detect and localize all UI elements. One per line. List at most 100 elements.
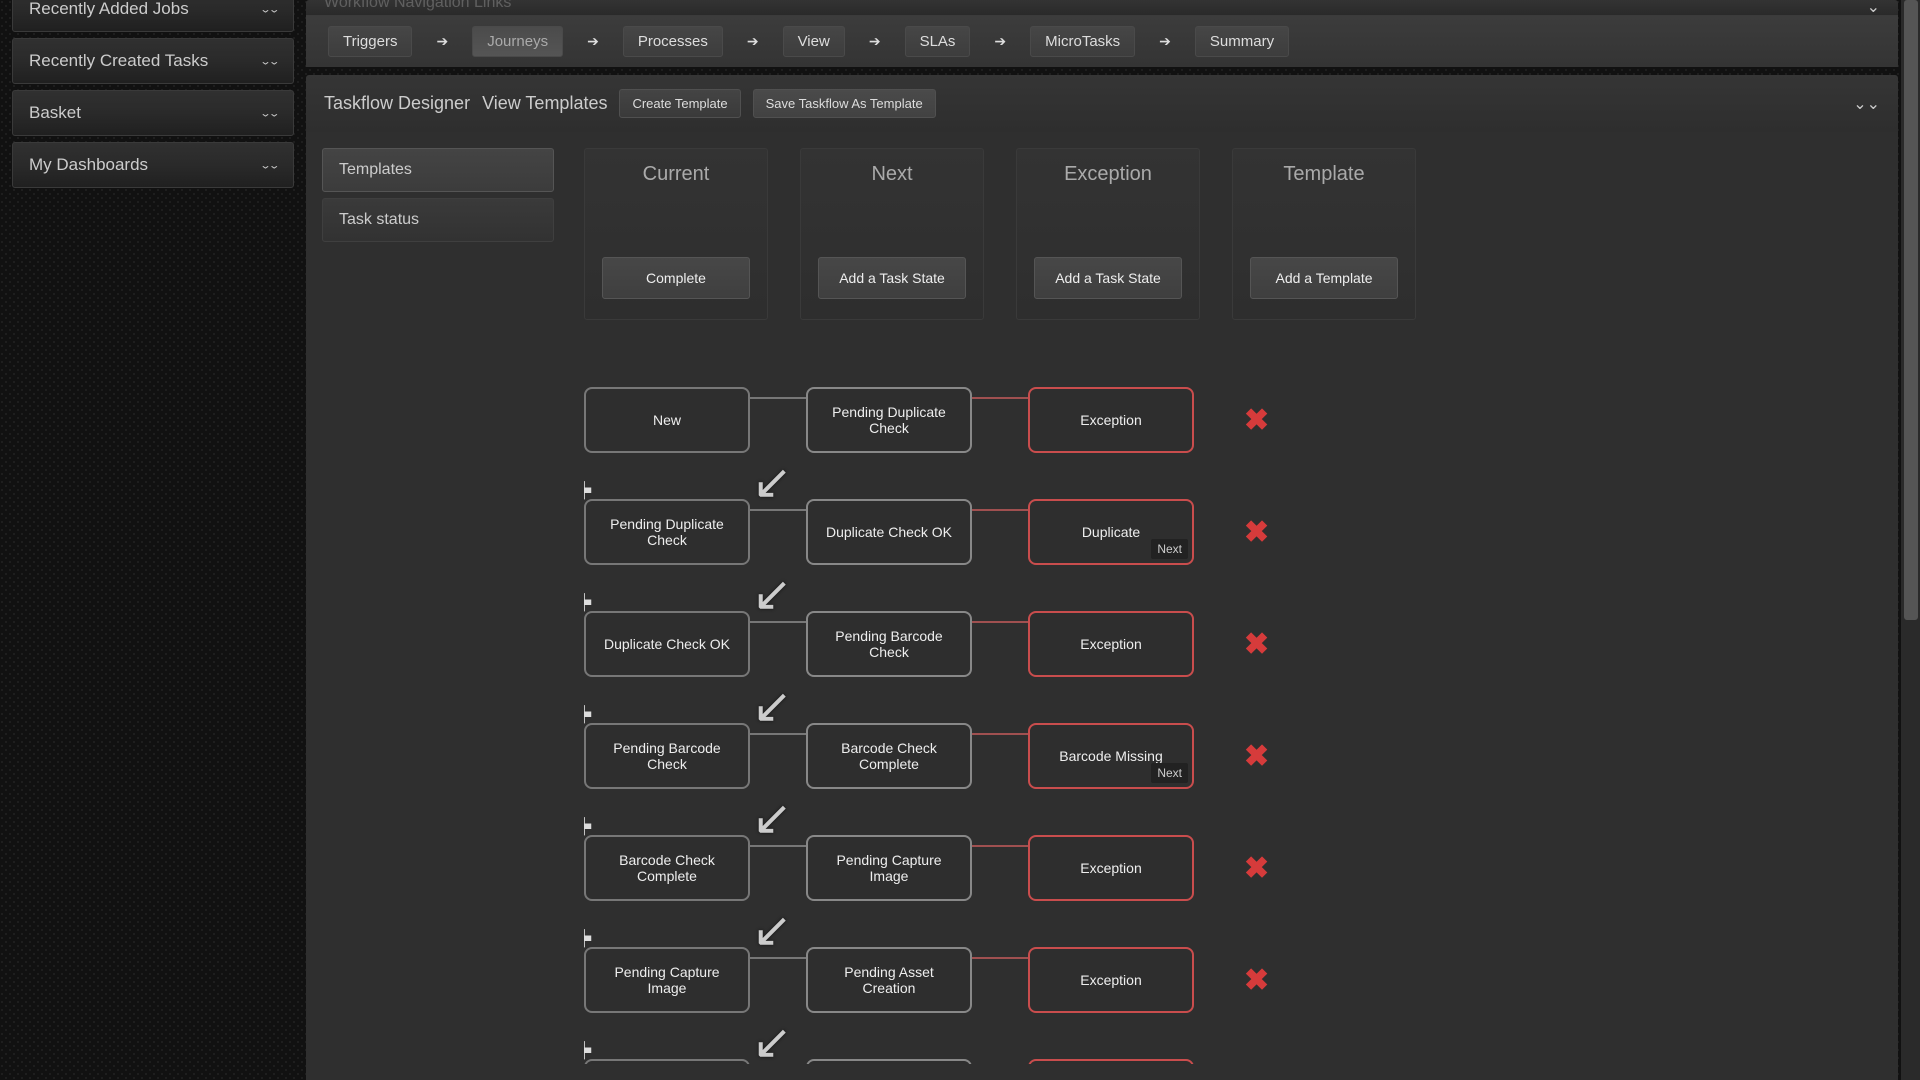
nav-step-journeys[interactable]: Journeys [472,26,563,57]
designer-title: Taskflow Designer [324,93,470,114]
card-title: Exception [1064,163,1152,186]
card-template: Template Add a Template [1232,148,1416,320]
card-button[interactable]: Add a Template [1250,257,1398,299]
nav-step-microtasks[interactable]: MicroTasks [1030,26,1135,57]
flow-row: NewPending Duplicate CheckException✖✚↙ [584,364,1882,476]
card-row: CurrentCompleteNextAdd a Task StateExcep… [584,148,1882,364]
arrow-right-icon: ➔ [587,33,599,50]
connector-line [972,509,1028,511]
save-as-template-button[interactable]: Save Taskflow As Template [753,89,936,118]
delete-row-icon[interactable]: ✖ [1244,739,1269,774]
delete-row-icon[interactable]: ✖ [1244,963,1269,998]
arrow-right-icon: ➔ [747,33,759,50]
sidebar-item-label: Recently Created Tasks [29,51,208,71]
state-exception[interactable]: Exception [1028,611,1194,677]
arrow-right-icon: ➔ [869,33,881,50]
card-exception: Exception Add a Task State [1016,148,1200,320]
state-current[interactable]: Pending Asset Creation [584,1059,750,1064]
state-current[interactable]: New [584,387,750,453]
chevron-down-icon: ⌄⌄ [260,159,277,171]
card-button[interactable]: Complete [602,257,750,299]
chevron-down-icon: ⌄⌄ [260,3,277,15]
create-template-button[interactable]: Create Template [619,89,740,118]
card-next: Next Add a Task State [800,148,984,320]
card-button[interactable]: Add a Task State [818,257,966,299]
sidebar-item-my-dashboards[interactable]: My Dashboards ⌄⌄ [12,142,294,188]
state-current[interactable]: Pending Barcode Check [584,723,750,789]
nav-step-view[interactable]: View [783,26,845,57]
sidebar-item-recent-jobs[interactable]: Recently Added Jobs ⌄⌄ [12,0,294,32]
state-exception[interactable]: Barcode MissingNext [1028,723,1194,789]
state-exception[interactable]: DuplicateNext [1028,499,1194,565]
designer-body: Templates Task status Current Complete Next… [306,132,1898,1080]
sidebar: Recently Added Jobs ⌄⌄ Recently Created … [0,0,306,1080]
arrow-right-icon: ➔ [1159,33,1171,50]
designer-tab-task-status[interactable]: Task status [322,198,554,242]
arrow-right-icon: ➔ [436,33,448,50]
chevron-down-icon: ⌄⌄ [260,55,277,67]
delete-row-icon[interactable]: ✖ [1244,851,1269,886]
delete-row-icon[interactable]: ✖ [1244,627,1269,662]
state-next[interactable]: Pending Capture Image [806,835,972,901]
flow-row: Pending Asset Creation Asset Created Excep… [584,1036,1882,1064]
state-next[interactable]: Asset Created [806,1059,972,1064]
connector-line [972,621,1028,623]
connector-line [972,845,1028,847]
nav-step-triggers[interactable]: Triggers [328,26,412,57]
nav-step-processes[interactable]: Processes [623,26,723,57]
main-content: Workflow Navigation Links ⌄ Triggers➔Jou… [306,0,1920,1080]
sidebar-item-basket[interactable]: Basket ⌄⌄ [12,90,294,136]
designer-tab-templates[interactable]: Templates [322,148,554,192]
scrollbar-thumb[interactable] [1904,0,1918,620]
connector-line [972,397,1028,399]
chevron-down-icon[interactable]: ⌄⌄ [1853,94,1880,114]
connector-line [750,733,806,735]
sidebar-item-label: Basket [29,103,81,123]
sidebar-item-label: Recently Added Jobs [29,0,189,19]
designer-header: Taskflow Designer View Templates Create … [306,75,1898,132]
flow-row: Barcode Check Complete Pending Capture Im… [584,812,1882,924]
connector-line [972,957,1028,959]
sidebar-item-label: My Dashboards [29,155,148,175]
card-button[interactable]: Add a Task State [1034,257,1182,299]
flow-area: NewPending Duplicate CheckException✖✚↙Pe… [584,364,1882,1064]
connector-line [750,621,806,623]
workflow-nav-steps: Triggers ➔ Journeys ➔ Processes ➔ View ➔ SLAs ➔ Mi… [306,16,1898,67]
state-next[interactable]: Pending Duplicate Check [806,387,972,453]
chevron-down-icon: ⌄⌄ [260,107,277,119]
flow-row: Pending Capture Image Pending Asset Creat… [584,924,1882,1036]
arrow-right-icon: ➔ [994,33,1006,50]
designer-tab-column: Templates Task status [322,148,554,1064]
connector-line [750,957,806,959]
vertical-scrollbar[interactable] [1900,0,1920,1080]
designer-subtitle: View Templates [482,93,607,114]
nav-step-slas[interactable]: SLAs [905,26,971,57]
nav-step-summary[interactable]: Summary [1195,26,1289,57]
state-exception[interactable]: Exception [1028,1059,1194,1064]
state-exception[interactable]: Exception [1028,387,1194,453]
state-current[interactable]: Pending Capture Image [584,947,750,1013]
connector-line [750,397,806,399]
sidebar-item-recent-tasks[interactable]: Recently Created Tasks ⌄⌄ [12,38,294,84]
card-title: Next [871,163,912,186]
flow-row: Pending Duplicate Check Duplicate Check O… [584,476,1882,588]
state-next[interactable]: Barcode Check Complete [806,723,972,789]
card-title: Current [643,163,710,186]
flow-row: Duplicate Check OK Pending Barcode Check E… [584,588,1882,700]
state-next[interactable]: Pending Barcode Check [806,611,972,677]
flow-row: Pending Barcode Check Barcode Check Compl… [584,700,1882,812]
state-next[interactable]: Duplicate Check OK [806,499,972,565]
state-exception[interactable]: Exception [1028,835,1194,901]
card-title: Template [1283,163,1364,186]
state-current[interactable]: Duplicate Check OK [584,611,750,677]
state-next[interactable]: Pending Asset Creation [806,947,972,1013]
card-current: Current Complete [584,148,768,320]
delete-row-icon[interactable]: ✖ [1244,515,1269,550]
delete-row-icon[interactable]: ✖ [1244,403,1269,438]
state-exception[interactable]: Exception [1028,947,1194,1013]
connector-line [750,845,806,847]
state-current[interactable]: Pending Duplicate Check [584,499,750,565]
exception-next-tag[interactable]: Next [1151,763,1188,783]
exception-next-tag[interactable]: Next [1151,539,1188,559]
state-current[interactable]: Barcode Check Complete [584,835,750,901]
